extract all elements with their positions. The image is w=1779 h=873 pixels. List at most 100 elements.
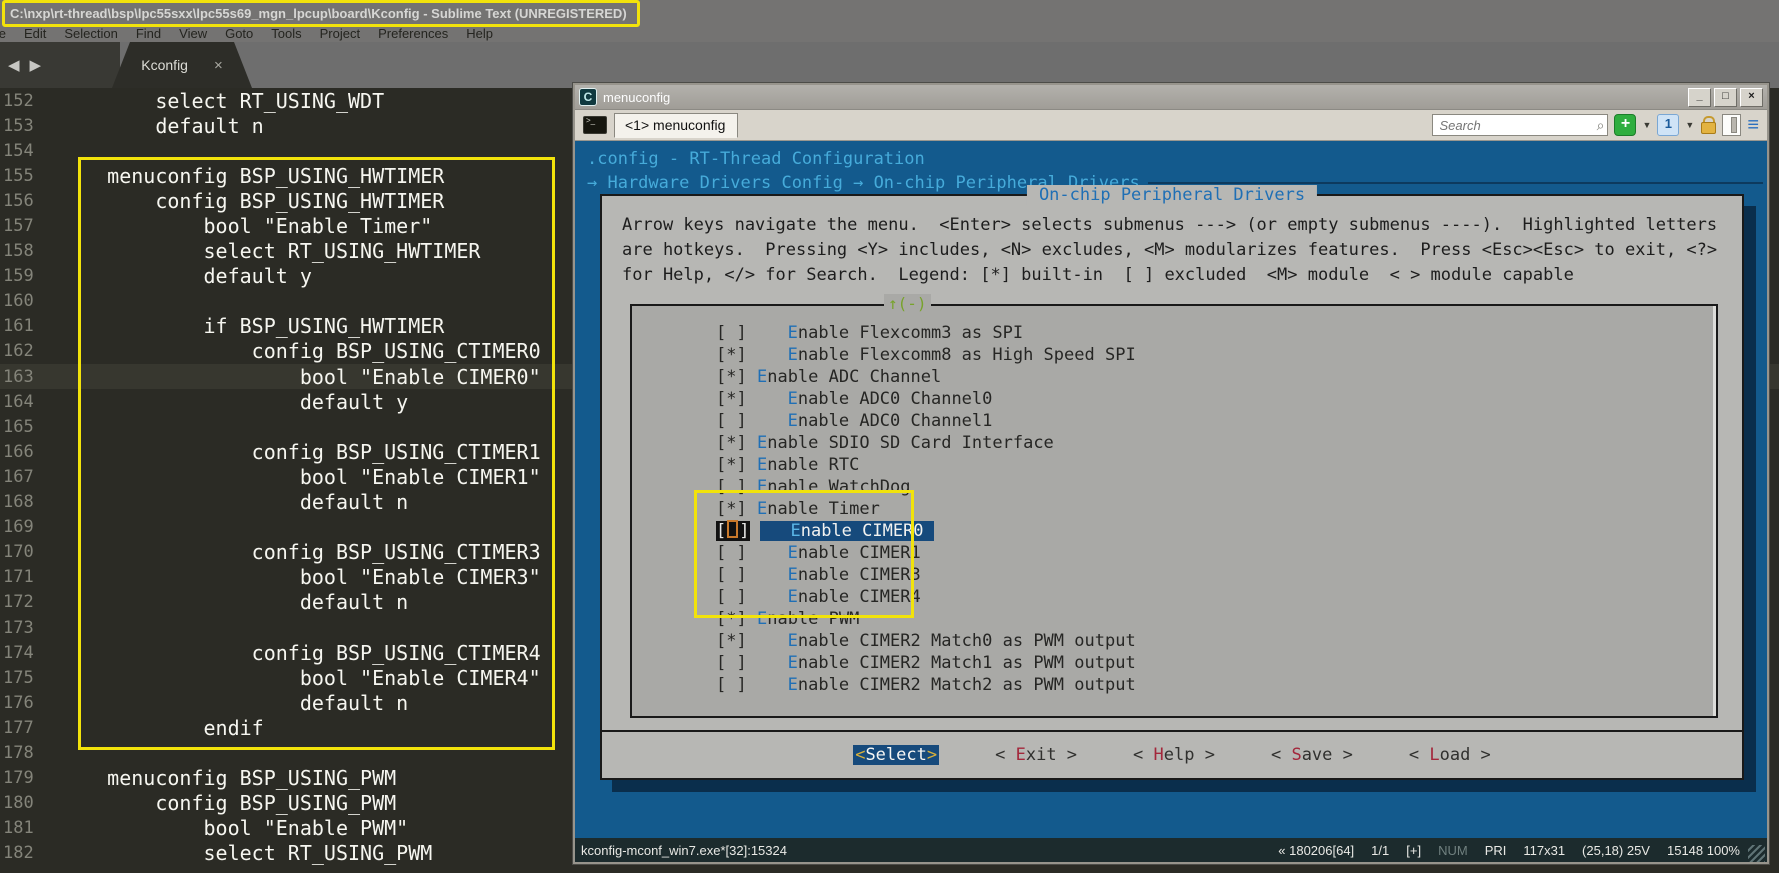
panel-icon[interactable] <box>1722 114 1741 136</box>
checkbox: [*] <box>716 631 747 651</box>
menu-view[interactable]: View <box>170 26 216 41</box>
menu-item-enable-cimer2-match2-as-pwm-output[interactable]: [ ] Enable CIMER2 Match2 as PWM output <box>716 674 1716 696</box>
conemu-window-title: menuconfig <box>603 90 670 105</box>
hotkey-letter: S <box>1291 745 1301 765</box>
menu-item-enable-flexcomm3-as-spi[interactable]: [ ] Enable Flexcomm3 as SPI <box>716 322 1716 344</box>
checkbox: [*] <box>716 499 747 519</box>
status-seg-25-18-25v: (25,18) 25V <box>1582 843 1650 858</box>
menu-tools[interactable]: Tools <box>262 26 310 41</box>
console-tab[interactable]: <1> menuconfig <box>614 113 738 138</box>
menu-item-enable-rtc[interactable]: [*] Enable RTC <box>716 454 1716 476</box>
option-listbox: ↑(-) [ ] Enable Flexcomm3 as SPI[*] Enab… <box>630 304 1718 718</box>
menu-item-enable-flexcomm8-as-high-speed-spi[interactable]: [*] Enable Flexcomm8 as High Speed SPI <box>716 344 1716 366</box>
menu-edit[interactable]: Edit <box>15 26 55 41</box>
line-number: 153 <box>0 116 41 136</box>
code-text: default n <box>41 590 408 614</box>
load-button[interactable]: < Load > <box>1409 745 1491 765</box>
code-text: default y <box>41 264 312 288</box>
code-text: config BSP_USING_CTIMER0 <box>41 339 541 363</box>
line-number: 162 <box>0 341 41 361</box>
hotkey-letter: E <box>790 521 800 541</box>
window-title: C:\nxp\rt-thread\bsp\lpc55sxx\lpc55s69_m… <box>10 6 627 21</box>
menu-item-enable-cimer1[interactable]: [ ] Enable CIMER1 <box>716 542 1716 564</box>
menu-item-enable-timer[interactable]: [*] Enable Timer <box>716 498 1716 520</box>
resize-grip[interactable] <box>1748 845 1765 862</box>
menu-item-enable-adc0-channel0[interactable]: [*] Enable ADC0 Channel0 <box>716 388 1716 410</box>
lock-icon[interactable] <box>1700 115 1716 135</box>
nav-back-icon[interactable]: ◀ <box>8 56 20 74</box>
tab-close-icon[interactable]: × <box>214 57 223 74</box>
chevron-down-icon[interactable]: ▼ <box>1685 120 1694 130</box>
save-button[interactable]: < Save > <box>1271 745 1353 765</box>
code-text: default n <box>41 691 408 715</box>
checkbox: [*] <box>716 433 747 453</box>
instruction-line: Arrow keys navigate the menu. <Enter> se… <box>622 213 1722 238</box>
search-input[interactable] <box>1432 114 1608 136</box>
button-divider <box>602 730 1742 732</box>
checkbox: [ ] <box>716 675 747 695</box>
hotkey-letter: E <box>757 455 767 475</box>
menu-preferences[interactable]: Preferences <box>369 26 457 41</box>
terminal[interactable]: .config - RT-Thread Configuration → Hard… <box>575 141 1767 838</box>
checkbox: [*] <box>716 345 747 365</box>
console-number-button[interactable]: 1 <box>1657 114 1679 136</box>
menu-help[interactable]: Help <box>457 26 502 41</box>
checkbox: [*] <box>716 455 747 475</box>
menu-item-enable-adc0-channel1[interactable]: [ ] Enable ADC0 Channel1 <box>716 410 1716 432</box>
menu-item-enable-pwm[interactable]: [*] Enable PWM <box>716 608 1716 630</box>
menu-project[interactable]: Project <box>311 26 369 41</box>
line-number: 168 <box>0 492 41 512</box>
nav-forward-icon[interactable]: ▶ <box>30 56 42 74</box>
checkbox: [ ] <box>716 565 747 585</box>
menu-icon[interactable]: ≡ <box>1747 115 1759 135</box>
menu-file[interactable]: File <box>0 26 15 41</box>
line-number: 175 <box>0 668 41 688</box>
hotkey-letter: E <box>757 609 767 629</box>
checkbox: [ ] <box>716 411 747 431</box>
line-number: 174 <box>0 643 41 663</box>
new-console-button[interactable]: + <box>1614 114 1636 136</box>
menu-item-enable-cimer4[interactable]: [ ] Enable CIMER4 <box>716 586 1716 608</box>
menu-item-enable-watchdog[interactable]: [ ] Enable WatchDog <box>716 476 1716 498</box>
maximize-button[interactable]: □ <box>1714 88 1737 107</box>
menu-item-enable-cimer2-match0-as-pwm-output[interactable]: [*] Enable CIMER2 Match0 as PWM output <box>716 630 1716 652</box>
tab-nav: ◀ ▶ <box>0 42 120 88</box>
menu-item-enable-cimer0[interactable]: [] Enable CIMER0 <box>716 520 1716 542</box>
menu-goto[interactable]: Goto <box>216 26 262 41</box>
code-text: bool "Enable CIMER3" <box>41 565 541 589</box>
kconfig-title-line: .config - RT-Thread Configuration <box>587 149 925 169</box>
line-number: 177 <box>0 718 41 738</box>
line-number: 159 <box>0 266 41 286</box>
line-number: 173 <box>0 618 41 638</box>
hotkey-letter: H <box>1154 745 1164 765</box>
minimize-button[interactable]: _ <box>1688 88 1711 107</box>
breadcrumb-rule <box>1148 182 1763 184</box>
exit-button[interactable]: < Exit > <box>995 745 1077 765</box>
select-button[interactable]: <Select> <box>853 745 939 765</box>
close-button[interactable]: × <box>1740 88 1763 107</box>
checkbox: [ ] <box>716 323 747 343</box>
tab-kconfig[interactable]: Kconfig × <box>112 42 252 88</box>
menu-item-enable-sdio-sd-card-interface[interactable]: [*] Enable SDIO SD Card Interface <box>716 432 1716 454</box>
kconfig-dialog: On-chip Peripheral Drivers Arrow keys na… <box>600 194 1744 780</box>
checkbox: [ ] <box>716 653 747 673</box>
line-number: 152 <box>0 91 41 111</box>
line-number: 160 <box>0 291 41 311</box>
help-button[interactable]: < Help > <box>1133 745 1215 765</box>
conemu-titlebar[interactable]: C menuconfig _ □ × <box>575 85 1767 110</box>
menu-item-enable-adc-channel[interactable]: [*] Enable ADC Channel <box>716 366 1716 388</box>
checkbox: [ ] <box>716 543 747 563</box>
menu-item-enable-cimer2-match1-as-pwm-output[interactable]: [ ] Enable CIMER2 Match1 as PWM output <box>716 652 1716 674</box>
window-title-highlight: C:\nxp\rt-thread\bsp\lpc55sxx\lpc55s69_m… <box>2 0 640 27</box>
menu-find[interactable]: Find <box>127 26 170 41</box>
dialog-buttons: <Select> < Exit > < Help > < Save > < Load > <box>602 745 1742 765</box>
instruction-line: are hotkeys. Pressing <Y> includes, <N> … <box>622 238 1722 263</box>
line-number: 179 <box>0 768 41 788</box>
sublime-tabbar: ◀ ▶ Kconfig × <box>0 42 1779 88</box>
status-seg-pri: PRI <box>1485 843 1507 858</box>
code-text: endif <box>41 716 264 740</box>
chevron-down-icon[interactable]: ▼ <box>1642 120 1651 130</box>
menu-selection[interactable]: Selection <box>55 26 126 41</box>
dialog-title: On-chip Peripheral Drivers <box>1027 185 1317 205</box>
menu-item-enable-cimer3[interactable]: [ ] Enable CIMER3 <box>716 564 1716 586</box>
